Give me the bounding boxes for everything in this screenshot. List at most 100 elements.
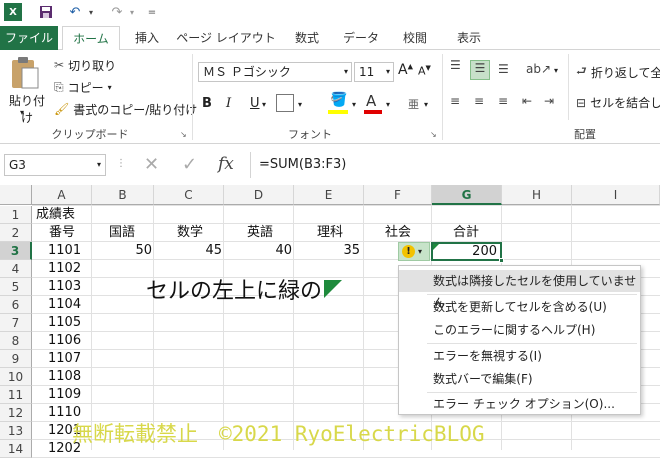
- error-smart-tag[interactable]: ! ▾: [398, 242, 430, 261]
- cell-b2[interactable]: 国語: [92, 224, 152, 242]
- paste-button[interactable]: 貼り付け: [4, 92, 50, 126]
- tab-home[interactable]: ホーム: [62, 26, 120, 51]
- underline-button[interactable]: U: [250, 96, 260, 111]
- cell-a9[interactable]: 1107: [48, 350, 81, 368]
- cell-a2[interactable]: 番号: [32, 224, 92, 242]
- underline-dropdown-icon[interactable]: ▾: [262, 100, 266, 109]
- cell-a10[interactable]: 1108: [48, 368, 81, 386]
- cell-a1[interactable]: 成績表: [36, 206, 75, 224]
- copy-dropdown-icon[interactable]: ▾: [108, 83, 112, 92]
- border-icon[interactable]: [276, 94, 294, 112]
- orientation-dropdown-icon[interactable]: ▾: [554, 66, 558, 75]
- menu-item-update-formula[interactable]: 数式を更新してセルを含める(U): [399, 296, 640, 318]
- name-box[interactable]: G3 ▾: [4, 154, 106, 176]
- column-header-c[interactable]: C: [154, 185, 224, 205]
- cell-d3[interactable]: 40: [226, 242, 292, 260]
- row-header-5[interactable]: 5: [0, 278, 32, 296]
- font-size-select[interactable]: 11 ▾: [354, 62, 394, 82]
- tab-page-layout[interactable]: ページ レイアウト: [176, 26, 276, 50]
- cancel-entry-icon[interactable]: ✕: [144, 154, 159, 175]
- column-header-h[interactable]: H: [502, 185, 572, 205]
- row-header-14[interactable]: 14: [0, 440, 32, 458]
- row-header-1[interactable]: 1: [0, 206, 32, 224]
- cell-a8[interactable]: 1106: [48, 332, 81, 350]
- italic-button[interactable]: I: [226, 96, 231, 111]
- font-color-dropdown-icon[interactable]: ▾: [386, 100, 390, 109]
- fill-color-dropdown-icon[interactable]: ▾: [352, 100, 356, 109]
- align-right-icon[interactable]: ≡: [498, 94, 508, 108]
- active-cell-g3[interactable]: 200: [431, 242, 504, 263]
- copy-button[interactable]: ⎘ コピー ▾: [54, 78, 112, 96]
- wrap-text-button[interactable]: ⮐ 折り返して全: [576, 62, 660, 83]
- tab-file[interactable]: ファイル: [0, 26, 58, 50]
- menu-item-ignore-error[interactable]: エラーを無視する(I): [399, 345, 640, 367]
- row-header-13[interactable]: 13: [0, 422, 32, 440]
- tab-data[interactable]: データ: [336, 26, 386, 50]
- cell-e3[interactable]: 35: [294, 242, 360, 260]
- name-box-dropdown-icon[interactable]: ▾: [97, 155, 101, 175]
- phonetic-icon[interactable]: 亜: [408, 96, 419, 112]
- bold-button[interactable]: B: [202, 96, 212, 111]
- column-header-i[interactable]: I: [572, 185, 660, 205]
- align-left-icon[interactable]: ≡: [450, 94, 460, 108]
- cell-d2[interactable]: 英語: [228, 224, 292, 242]
- merge-center-button[interactable]: ⊟ セルを結合し: [576, 94, 660, 111]
- font-color-icon[interactable]: A: [366, 92, 376, 110]
- confirm-entry-icon[interactable]: ✓: [182, 154, 197, 175]
- paste-icon[interactable]: [8, 56, 48, 94]
- column-header-b[interactable]: B: [92, 185, 154, 205]
- menu-item-error-checking-options[interactable]: エラー チェック オプション(O)...: [399, 393, 640, 415]
- format-painter-button[interactable]: 🖌 書式のコピー/貼り付け: [54, 100, 197, 118]
- cell-g2[interactable]: 合計: [432, 224, 500, 242]
- column-header-g[interactable]: G: [432, 185, 502, 205]
- cut-button[interactable]: ✂ 切り取り: [54, 56, 116, 74]
- increase-font-icon[interactable]: A▲: [398, 62, 413, 78]
- cell-a3[interactable]: 1101: [48, 242, 81, 260]
- increase-indent-icon[interactable]: ⇥: [544, 94, 554, 108]
- customize-quick-access-icon[interactable]: =: [146, 3, 158, 21]
- cell-c2[interactable]: 数学: [158, 224, 222, 242]
- select-all-corner[interactable]: [0, 185, 32, 205]
- align-top-icon[interactable]: ☰: [450, 59, 461, 71]
- align-center-icon[interactable]: ≡: [474, 94, 484, 108]
- decrease-font-icon[interactable]: A▼: [418, 64, 431, 78]
- decrease-indent-icon[interactable]: ⇤: [522, 94, 532, 108]
- clipboard-launcher-icon[interactable]: ↘: [180, 130, 187, 139]
- cell-a7[interactable]: 1105: [48, 314, 81, 332]
- row-header-12[interactable]: 12: [0, 404, 32, 422]
- row-header-3[interactable]: 3: [0, 242, 32, 260]
- fill-handle[interactable]: [499, 258, 504, 263]
- row-header-7[interactable]: 7: [0, 314, 32, 332]
- row-header-8[interactable]: 8: [0, 332, 32, 350]
- column-header-d[interactable]: D: [224, 185, 294, 205]
- column-header-a[interactable]: A: [32, 185, 92, 205]
- cell-a4[interactable]: 1102: [48, 260, 81, 278]
- redo-dropdown-icon[interactable]: ▾: [127, 3, 137, 21]
- undo-icon[interactable]: ↶: [66, 3, 84, 21]
- paste-dropdown-icon[interactable]: ▾: [20, 108, 24, 117]
- tab-view[interactable]: 表示: [446, 26, 492, 50]
- font-launcher-icon[interactable]: ↘: [430, 130, 437, 139]
- undo-dropdown-icon[interactable]: ▾: [86, 3, 96, 21]
- row-header-11[interactable]: 11: [0, 386, 32, 404]
- cell-f2[interactable]: 社会: [366, 224, 430, 242]
- row-header-2[interactable]: 2: [0, 224, 32, 242]
- font-name-select[interactable]: ＭＳ Ｐゴシック ▾: [198, 62, 352, 82]
- orientation-icon[interactable]: ab↗: [526, 62, 551, 76]
- cell-c3[interactable]: 45: [156, 242, 222, 260]
- save-icon[interactable]: [36, 3, 56, 21]
- cell-a6[interactable]: 1104: [48, 296, 81, 314]
- fill-color-icon[interactable]: 🪣: [330, 92, 347, 108]
- redo-icon[interactable]: ↷: [108, 3, 126, 21]
- tab-insert[interactable]: 挿入: [124, 26, 170, 50]
- border-dropdown-icon[interactable]: ▾: [298, 100, 302, 109]
- align-bottom-icon[interactable]: ☰: [498, 62, 509, 76]
- tab-review[interactable]: 校閲: [392, 26, 438, 50]
- cell-a5[interactable]: 1103: [48, 278, 81, 296]
- row-header-10[interactable]: 10: [0, 368, 32, 386]
- align-middle-icon[interactable]: ☰: [470, 60, 490, 80]
- tab-formulas[interactable]: 数式: [284, 26, 330, 50]
- insert-function-icon[interactable]: fx: [218, 154, 234, 174]
- phonetic-dropdown-icon[interactable]: ▾: [424, 100, 428, 109]
- cell-b3[interactable]: 50: [92, 242, 152, 260]
